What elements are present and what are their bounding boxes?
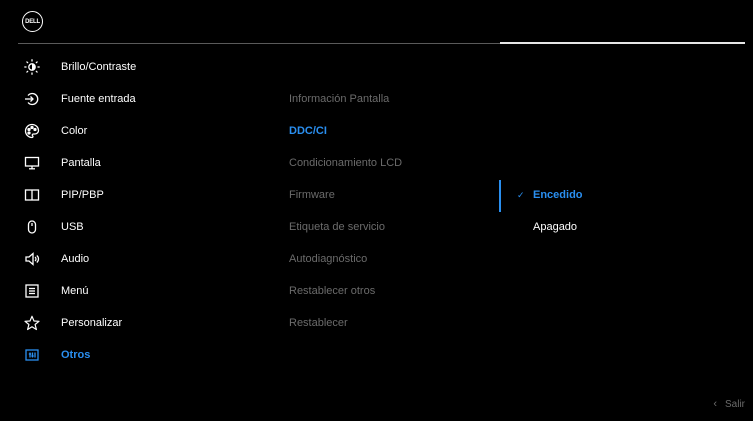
others-icon [22, 345, 42, 365]
menu-icon [22, 281, 42, 301]
input-source-icon [22, 89, 42, 109]
selection-indicator [499, 180, 501, 212]
speaker-icon [22, 249, 42, 269]
usb-icon [22, 217, 42, 237]
pip-pbp-icon [22, 185, 42, 205]
submenu-item-restablecer-otros[interactable]: Restablecer otros [289, 285, 375, 297]
menu-item-fuente-entrada[interactable]: Fuente entrada [22, 87, 136, 111]
submenu-item-informacion-pantalla[interactable]: Información Pantalla [289, 93, 389, 105]
option-apagado[interactable]: Apagado [517, 221, 577, 233]
menu-item-usb[interactable]: USB [22, 215, 84, 239]
chevron-left-icon: ‹ [713, 398, 717, 410]
menu-item-personalizar[interactable]: Personalizar [22, 311, 122, 335]
monitor-icon [22, 153, 42, 173]
star-icon [22, 313, 42, 333]
dell-logo: DELL [22, 11, 43, 32]
submenu-item-restablecer[interactable]: Restablecer [289, 317, 348, 329]
submenu-item-etiqueta-servicio[interactable]: Etiqueta de servicio [289, 221, 385, 233]
brightness-icon [22, 57, 42, 77]
menu-item-pantalla[interactable]: Pantalla [22, 151, 101, 175]
submenu-item-condicionamiento-lcd[interactable]: Condicionamiento LCD [289, 157, 402, 169]
exit-button[interactable]: ‹ Salir [713, 398, 745, 410]
header-divider [18, 43, 500, 44]
submenu-item-firmware[interactable]: Firmware [289, 189, 335, 201]
option-encendido[interactable]: ✓ Encedido [517, 189, 583, 201]
menu-item-otros[interactable]: Otros [22, 343, 90, 367]
submenu-item-ddc-ci[interactable]: DDC/CI [289, 125, 327, 137]
header-divider-highlight [500, 42, 745, 44]
checkmark-icon: ✓ [517, 189, 525, 200]
menu-item-menu[interactable]: Menú [22, 279, 89, 303]
menu-item-color[interactable]: Color [22, 119, 87, 143]
menu-item-audio[interactable]: Audio [22, 247, 89, 271]
submenu-item-autodiagnostico[interactable]: Autodiagnóstico [289, 253, 367, 265]
menu-item-pip-pbp[interactable]: PIP/PBP [22, 183, 104, 207]
color-palette-icon [22, 121, 42, 141]
menu-item-brillo-contraste[interactable]: Brillo/Contraste [22, 55, 136, 79]
